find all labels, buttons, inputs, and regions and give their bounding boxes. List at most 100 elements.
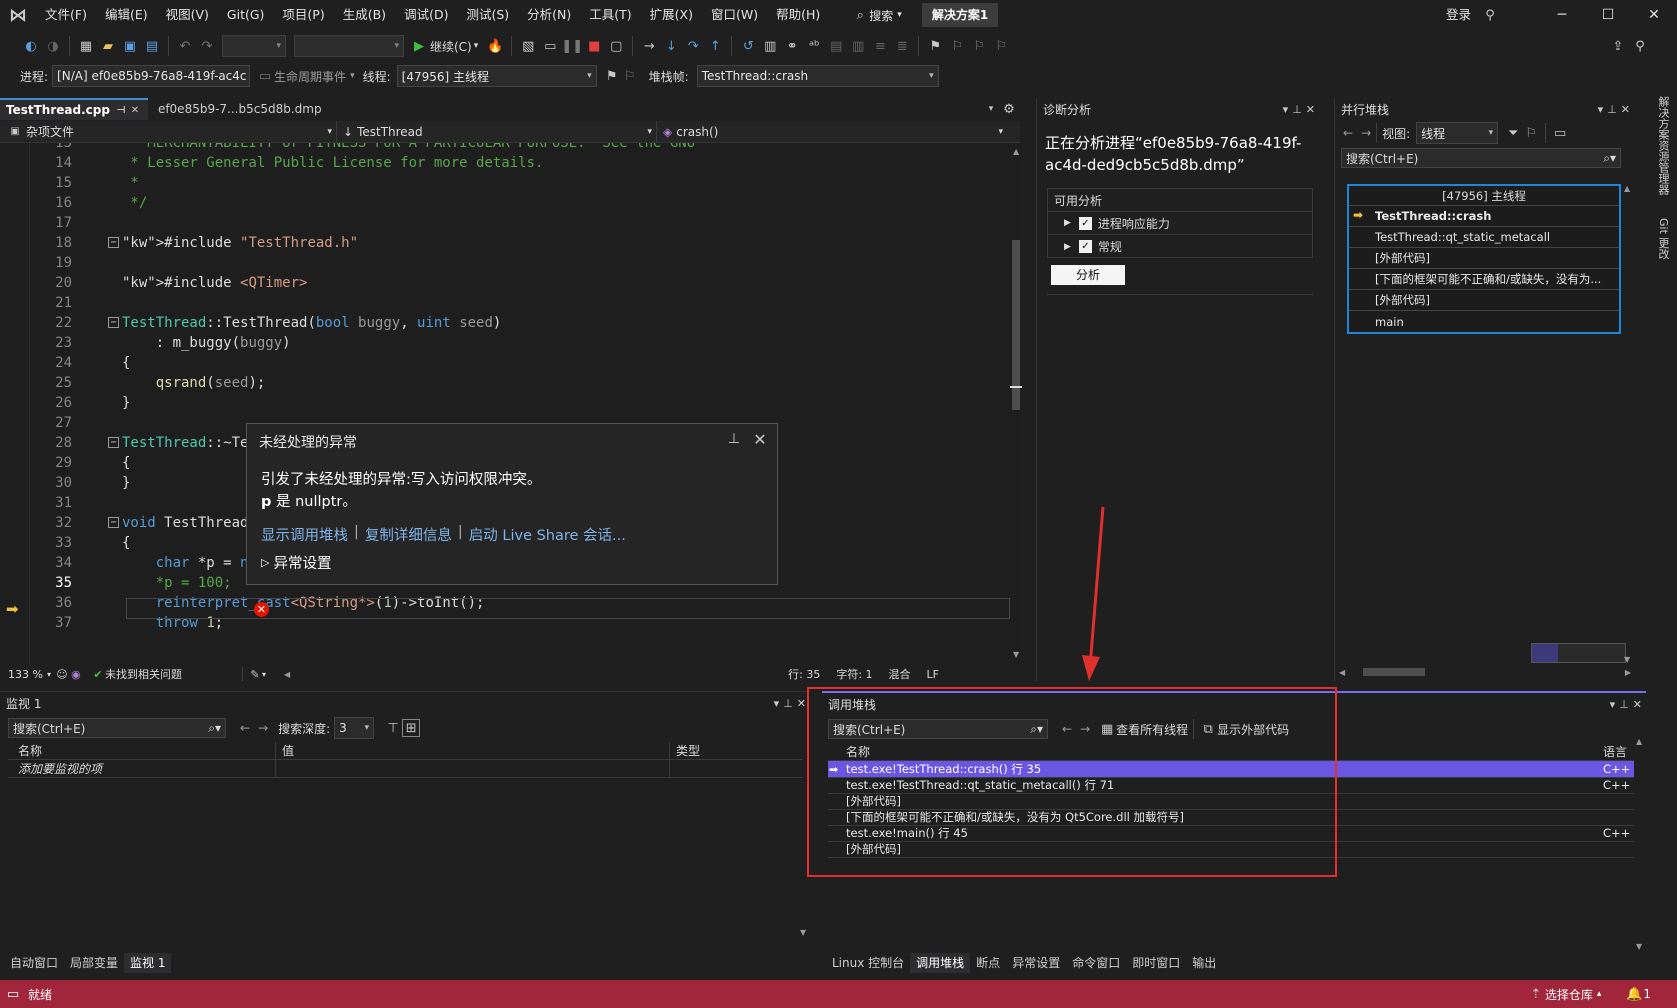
menu-build[interactable]: 生成(B)	[334, 0, 395, 30]
lifecycle-icon[interactable]: ▭	[256, 67, 274, 85]
source-control-icon[interactable]: ⇡	[1527, 985, 1545, 1003]
close-icon[interactable]: ✕	[751, 430, 769, 449]
menu-extensions[interactable]: 扩展(X)	[641, 0, 702, 30]
chevron-down-icon[interactable]: ▾	[774, 697, 780, 710]
stack-frame-metacall[interactable]: TestThread::qt_static_metacall	[1349, 227, 1619, 248]
pin-icon[interactable]: ⊥	[1619, 698, 1629, 711]
tab-breakpoints[interactable]: 断点	[970, 953, 1006, 973]
pause-icon[interactable]: ❚❚	[561, 37, 583, 55]
redo-icon[interactable]: ↷	[198, 37, 216, 55]
save-all-icon[interactable]: ▤	[143, 37, 161, 55]
feedback-icon[interactable]: ⚲	[1631, 37, 1649, 55]
pin-icon[interactable]: ⊥	[1607, 103, 1617, 116]
pstack-vertical-scrollbar[interactable]: ▲ ▼	[1621, 184, 1635, 664]
scroll-up-icon[interactable]: ▲	[1624, 184, 1630, 193]
undo-icon[interactable]: ↶	[176, 37, 194, 55]
menu-tools[interactable]: 工具(T)	[580, 0, 640, 30]
menu-view[interactable]: 视图(V)	[157, 0, 218, 30]
stack-frame-main[interactable]: main	[1349, 311, 1619, 332]
scroll-down-icon[interactable]: ▼	[1624, 655, 1630, 664]
line-indicator[interactable]: 行: 35	[788, 666, 820, 682]
code-line[interactable]: 17	[0, 212, 1010, 233]
fold-toggle-icon[interactable]: −	[108, 437, 119, 448]
scroll-up-icon[interactable]: ▲	[1013, 147, 1019, 156]
pstack-horizontal-scrollbar[interactable]: ◀ ▶	[1335, 664, 1635, 680]
chevron-down-icon[interactable]: ▾	[1598, 103, 1604, 116]
hot-reload-icon[interactable]: 🔥	[486, 37, 504, 55]
brush-icon[interactable]: ✎	[248, 665, 262, 683]
mixed-indicator[interactable]: 混合	[889, 666, 911, 682]
tab-autos[interactable]: 自动窗口	[4, 953, 64, 973]
next-bookmark-icon[interactable]: ⚐	[970, 37, 988, 55]
scroll-left-icon[interactable]: ◀	[284, 670, 290, 679]
code-line[interactable]: 15 *	[0, 172, 1010, 193]
nav-method-combo[interactable]: ◈ crash() ▾	[657, 121, 1007, 143]
tab-locals[interactable]: 局部变量	[64, 953, 124, 973]
char-indicator[interactable]: 字符: 1	[836, 666, 872, 682]
restart-icon[interactable]: ▢	[607, 37, 625, 55]
flag-thread-icon[interactable]: ⚑	[603, 67, 621, 85]
search-menu[interactable]: ⌕ 搜索 ▾	[843, 6, 910, 24]
minimap-viewport[interactable]	[1532, 644, 1558, 662]
menu-help[interactable]: 帮助(H)	[767, 0, 829, 30]
process-combo[interactable]: [N/A] ef0e85b9-76a8-419f-ac4c▾	[52, 65, 251, 87]
copilot-icon[interactable]: ☺	[55, 665, 69, 683]
login-link[interactable]: 登录	[1436, 0, 1481, 30]
copy-details-link[interactable]: 复制详细信息	[365, 524, 452, 545]
step-out-icon[interactable]: ↑	[706, 37, 724, 55]
stack-frame-external[interactable]: [外部代码]	[1349, 290, 1619, 311]
pstack-search-input[interactable]: 搜索(Ctrl+E) ⌕▾	[1341, 148, 1621, 168]
play-icon[interactable]: ▶	[410, 37, 428, 55]
new-project-icon[interactable]: ▦	[77, 37, 95, 55]
fold-toggle-icon[interactable]: −	[108, 237, 119, 248]
pin-icon[interactable]: ⊥	[1292, 103, 1302, 116]
notification-area-icon[interactable]: ▭	[4, 985, 22, 1003]
solution-explorer-tab[interactable]: 解决方案资源管理器	[1655, 96, 1671, 195]
watch-search-input[interactable]: 搜索(Ctrl+E) ⌕▾	[8, 718, 226, 738]
continue-button[interactable]: 继续(C)	[430, 38, 472, 55]
column-type[interactable]: 类型	[670, 742, 700, 759]
step-over-icon[interactable]: ↷	[684, 37, 702, 55]
close-button[interactable]: ✕	[1631, 0, 1677, 30]
menu-window[interactable]: 窗口(W)	[702, 0, 767, 30]
code-editor[interactable]: 13 * MERCHANTABILITY or FITNESS FOR A PA…	[0, 143, 1010, 665]
menu-edit[interactable]: 编辑(E)	[96, 0, 157, 30]
clear-bookmarks-icon[interactable]: ⚐	[992, 37, 1010, 55]
close-icon[interactable]: ✕	[128, 101, 142, 119]
live-share-icon[interactable]: ◉	[69, 665, 83, 683]
analysis-item-responsiveness[interactable]: ▶ ✓ 进程响应能力	[1048, 212, 1312, 235]
checkbox-checked[interactable]: ✓	[1078, 216, 1092, 230]
menu-debug[interactable]: 调试(D)	[395, 0, 457, 30]
tab-output[interactable]: 输出	[1186, 953, 1222, 973]
filter-icon[interactable]: ⏷	[1504, 124, 1522, 142]
code-line[interactable]: 23 : m_buggy(buggy)	[0, 332, 1010, 353]
search-depth-combo[interactable]: 3 ▾	[334, 717, 375, 739]
tab-command-window[interactable]: 命令窗口	[1066, 953, 1126, 973]
code-line[interactable]: 14 * Lesser General Public License for m…	[0, 152, 1010, 173]
chevron-down-icon[interactable]: ▾	[1610, 698, 1616, 711]
chevron-down-icon[interactable]: ▾	[350, 71, 355, 81]
maximize-button[interactable]: ☐	[1585, 0, 1631, 30]
close-icon[interactable]: ✕	[1633, 698, 1642, 711]
scroll-thumb[interactable]	[1363, 668, 1426, 676]
save-icon[interactable]: ▣	[121, 37, 139, 55]
menu-git[interactable]: Git(G)	[218, 0, 274, 30]
tab-call-stack[interactable]: 调用堆栈	[910, 953, 971, 973]
tab-overflow-icon[interactable]: ▾	[982, 100, 1000, 118]
menu-analyze[interactable]: 分析(N)	[518, 0, 580, 30]
fold-toggle-icon[interactable]: −	[108, 317, 119, 328]
stack-frame-warning[interactable]: [下面的框架可能不正确和/或缺失，没有为...	[1349, 269, 1619, 290]
share-icon[interactable]: ⇪	[1609, 37, 1627, 55]
code-line[interactable]: 21	[0, 292, 1010, 313]
git-changes-tab[interactable]: Git 更改	[1655, 218, 1671, 259]
pin-icon[interactable]: ⊣	[114, 101, 128, 119]
issues-status[interactable]: 未找到相关问题	[105, 666, 182, 682]
add-watch-item[interactable]: 添加要监视的项	[8, 760, 276, 777]
close-icon[interactable]: ✕	[1621, 103, 1630, 116]
comment-icon[interactable]: ▤	[827, 37, 845, 55]
tab-testthread-cpp[interactable]: TestThread.cpp ⊣ ✕	[0, 98, 148, 120]
stack-frame-external[interactable]: [外部代码]	[1349, 248, 1619, 269]
diagnostic-icon[interactable]: ▧	[519, 37, 537, 55]
thread-stack-frame[interactable]: [47956] 主线程 ➡ TestThread::crash TestThre…	[1347, 184, 1621, 334]
back-arrow-icon[interactable]: ←	[240, 721, 250, 735]
